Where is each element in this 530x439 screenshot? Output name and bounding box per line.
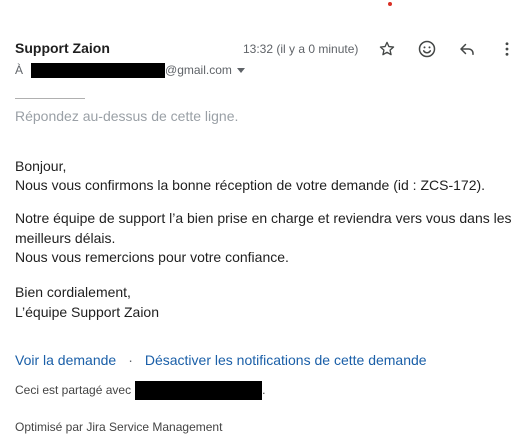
body-confirmation: Nous vous confirmons la bonne réception …	[15, 177, 486, 193]
recipient-row: À @gmail.com	[15, 62, 245, 78]
powered-by: Optimisé par Jira Service Management	[15, 420, 223, 434]
redacted-shared-recipient	[135, 380, 263, 400]
more-vert-icon	[498, 40, 516, 58]
sender-name[interactable]: Support Zaion	[15, 40, 110, 56]
shared-with-row: Ceci est partagé avec .	[15, 380, 265, 400]
reply-button[interactable]	[455, 37, 479, 61]
star-button[interactable]	[375, 37, 399, 61]
body-closing: Bien cordialement,	[15, 284, 131, 300]
disable-notifications-link[interactable]: Désactiver les notifications de cette de…	[145, 352, 427, 368]
indicator-dot	[388, 2, 392, 6]
body-greeting: Bonjour,	[15, 158, 67, 174]
add-reaction-button[interactable]	[415, 37, 439, 61]
shared-with-label: Ceci est partagé avec	[15, 383, 132, 397]
body-signature: L’équipe Support Zaion	[15, 304, 159, 320]
more-options-button[interactable]	[495, 37, 519, 61]
redacted-email	[31, 62, 166, 78]
view-request-link[interactable]: Voir la demande	[15, 352, 116, 368]
body-support-line-1: Notre équipe de support l’a bien prise e…	[15, 210, 512, 226]
body-support-line-2: meilleurs délais.	[15, 230, 116, 246]
email-domain: @gmail.com	[165, 63, 232, 77]
email-timestamp: 13:32 (il y a 0 minute)	[243, 42, 359, 56]
star-icon	[378, 40, 396, 58]
shared-with-suffix: .	[262, 383, 266, 397]
reply-icon	[458, 40, 476, 58]
recipient-details-caret-icon[interactable]	[236, 67, 245, 73]
link-separator: ·	[128, 352, 133, 368]
to-label: À	[15, 63, 24, 77]
emoji-icon	[417, 39, 437, 59]
request-links: Voir la demande · Désactiver les notific…	[15, 352, 427, 368]
body-thanks: Nous vous remercions pour votre confianc…	[15, 249, 289, 265]
reply-divider	[15, 98, 85, 99]
reply-hint: Répondez au-dessus de cette ligne.	[15, 108, 239, 124]
